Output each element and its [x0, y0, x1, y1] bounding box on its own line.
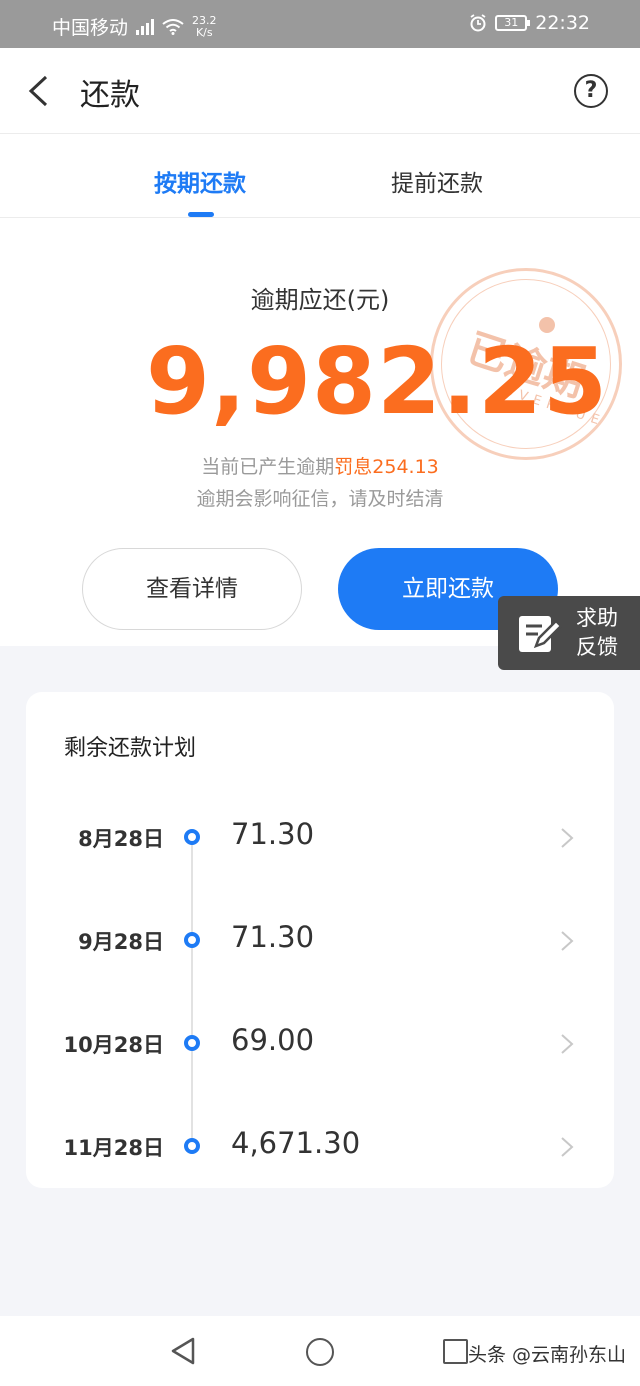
- view-details-button[interactable]: 查看详情: [82, 548, 302, 630]
- plan-date: 10月28日: [63, 1033, 164, 1057]
- status-bar: 中国移动 23.2 K/s 31 22:32: [0, 0, 640, 48]
- watermark: 头条 @云南孙东山: [467, 1344, 626, 1366]
- nav-recent-apps-icon[interactable]: [443, 1339, 468, 1364]
- plan-amount: 71.30: [231, 920, 315, 954]
- plan-row[interactable]: 9月28日 71.30: [26, 910, 614, 970]
- nav-home-icon[interactable]: [306, 1338, 334, 1366]
- overdue-summary: 已逾期 OVERDUE 逾期应还(元) 9,982.25 当前已产生逾期罚息25…: [0, 218, 640, 646]
- plan-date: 9月28日: [78, 930, 164, 954]
- timeline-dot: [184, 1138, 200, 1154]
- timeline-dot: [184, 1035, 200, 1051]
- timeline-dot: [184, 932, 200, 948]
- help-icon[interactable]: ?: [574, 74, 608, 108]
- edit-note-icon: [519, 616, 562, 652]
- back-arrow-icon[interactable]: [26, 75, 50, 107]
- alarm-icon: [470, 14, 486, 32]
- help-feedback-button[interactable]: 求助 反馈: [498, 596, 640, 670]
- clock: 22:32: [535, 12, 590, 34]
- remaining-plan-card: 剩余还款计划 8月28日 71.30 9月28日 71.30 10月28日 69…: [26, 692, 614, 1188]
- plan-row[interactable]: 11月28日 4,671.30: [26, 1116, 614, 1176]
- penalty-label: 罚息: [334, 456, 373, 478]
- timeline-line: [191, 837, 193, 1147]
- chevron-right-icon: [561, 931, 574, 951]
- credit-warning: 逾期会影响征信，请及时结清: [196, 488, 444, 510]
- overdue-label: 逾期应还(元): [250, 286, 390, 314]
- signal-icon: [136, 18, 155, 35]
- repayment-tabs: 按期还款 提前还款: [0, 134, 640, 218]
- penalty-amount: 254.13: [372, 456, 439, 478]
- carrier-name: 中国移动: [52, 17, 129, 39]
- tab-scheduled-repayment[interactable]: 按期还款: [154, 164, 246, 198]
- penalty-note: 当前已产生逾期罚息254.13: [201, 456, 439, 478]
- plan-title: 剩余还款计划: [64, 736, 197, 761]
- plan-row[interactable]: 10月28日 69.00: [26, 1013, 614, 1073]
- plan-date: 8月28日: [78, 827, 164, 851]
- net-speed: 23.2 K/s: [192, 13, 217, 39]
- tab-early-repayment[interactable]: 提前还款: [391, 164, 483, 198]
- chevron-right-icon: [561, 828, 574, 848]
- plan-row[interactable]: 8月28日 71.30: [26, 807, 614, 867]
- chevron-right-icon: [561, 1137, 574, 1157]
- system-nav-bar: 头条 @云南孙东山: [0, 1316, 640, 1386]
- page-title: 还款: [80, 78, 140, 113]
- plan-date: 11月28日: [63, 1136, 164, 1160]
- nav-back-icon[interactable]: [170, 1336, 196, 1366]
- feedback-label: 求助 反馈: [576, 606, 618, 659]
- plan-amount: 4,671.30: [231, 1126, 361, 1160]
- timeline-dot: [184, 829, 200, 845]
- battery-icon: 31: [495, 15, 531, 31]
- plan-amount: 71.30: [231, 817, 315, 851]
- plan-amount: 69.00: [231, 1023, 315, 1057]
- nav-bar: 还款 ?: [0, 48, 640, 134]
- overdue-amount: 9,982.25: [146, 328, 608, 435]
- chevron-right-icon: [561, 1034, 574, 1054]
- active-tab-indicator: [188, 212, 214, 217]
- wifi-icon: [162, 18, 184, 35]
